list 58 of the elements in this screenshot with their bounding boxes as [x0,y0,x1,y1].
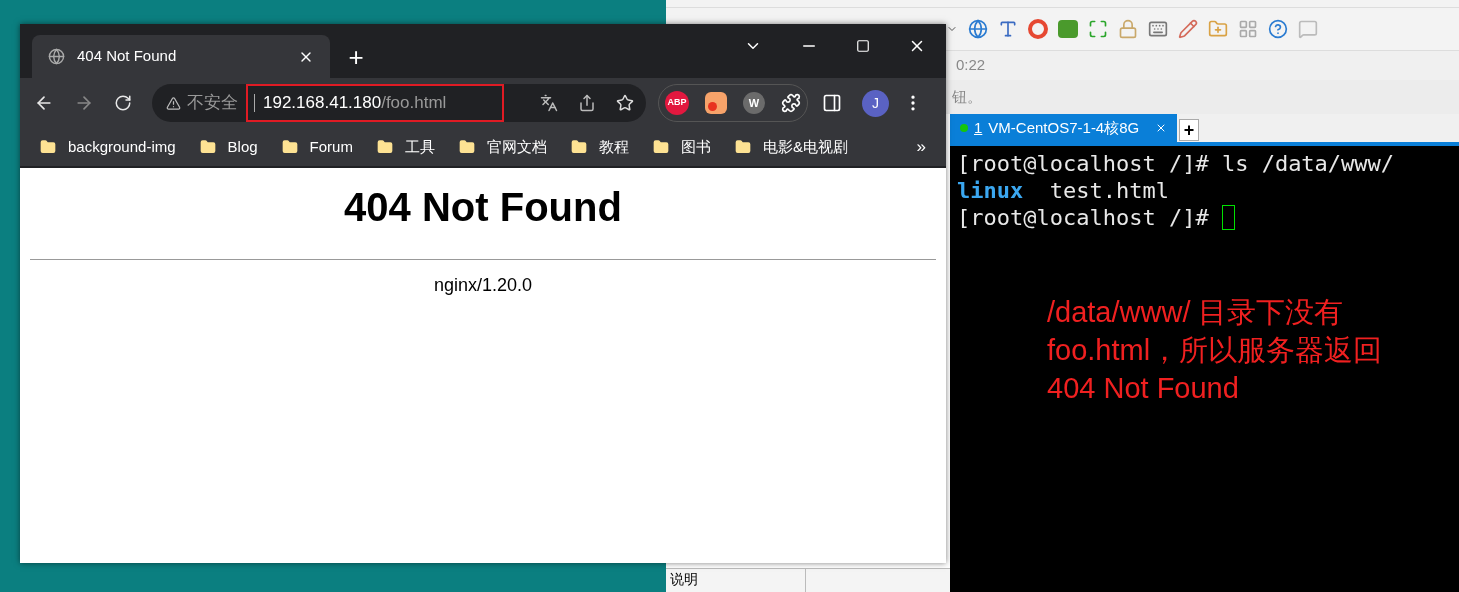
folder-icon [281,138,298,156]
feed-extension-icon[interactable] [705,92,727,114]
globe-icon[interactable] [968,19,988,39]
annotation-text: 404 Not Found [1047,371,1240,406]
property-label: 说明 [666,569,806,592]
page-heading: 404 Not Found [344,184,622,231]
profile-avatar[interactable]: J [862,89,889,117]
fullscreen-icon[interactable] [1088,19,1108,39]
session-tab[interactable]: 1 VM-CentOS7-1-4核8G [950,114,1177,142]
side-panel-icon[interactable] [822,93,842,113]
folder-icon [199,138,216,156]
bookmark-item[interactable]: Forum [281,135,353,159]
bookmark-item[interactable]: 工具 [376,135,435,159]
terminal-text: [root@localhost /]# [957,204,1210,231]
terminal-text: test.html [1048,177,1169,204]
folder-icon [652,138,669,156]
keyboard-icon[interactable] [1148,19,1168,39]
maximize-icon[interactable] [856,39,870,53]
annotation-text: foo.html，所以服务器返回 [1047,333,1384,368]
adblock-extension-icon[interactable]: ABP [665,91,689,115]
reload-icon[interactable] [114,94,132,112]
url-text[interactable]: 192.168.41.180/foo.html [246,84,504,122]
address-bar[interactable]: 不安全 192.168.41.180/foo.html [152,84,646,122]
more-bookmarks[interactable]: » [916,134,926,160]
hint-text: 钮。 [952,86,982,107]
share-icon[interactable] [578,94,596,112]
new-tab-button[interactable]: + [1179,119,1199,141]
bookmark-item[interactable]: 教程 [570,135,629,159]
font-icon[interactable] [998,19,1018,39]
folder-icon [376,138,393,156]
folder-icon [458,138,475,156]
server-signature: nginx/1.20.0 [433,274,533,297]
directory-name: linux [957,177,1024,204]
bookmark-item[interactable]: 官网文档 [458,135,547,159]
extensions-icon[interactable] [781,93,801,113]
bookmark-item[interactable]: Blog [199,135,258,159]
help-icon[interactable] [1268,19,1288,39]
folder-icon [570,138,587,156]
translate-icon[interactable] [540,94,558,112]
bookmark-item[interactable]: 电影&电视剧 [734,135,848,159]
tab-number: 1 [974,117,983,138]
globe-icon [48,48,65,65]
w-extension-icon[interactable]: W [743,92,765,114]
folder-icon [40,138,56,156]
terminal-text: [root@localhost /]# ls /data/www/ [957,150,1395,177]
status-text: 0:22 [956,55,986,76]
new-tab-button[interactable]: + [342,43,370,71]
warning-icon [166,95,181,111]
bookmark-item[interactable]: background-img [40,135,176,159]
tab-title: 404 Not Found [77,46,177,67]
annotation-text: /data/www/ 目录下没有 [1047,295,1345,330]
folder-icon [734,138,751,156]
tab-title: VM-CentOS7-1-4核8G [988,117,1140,138]
bookmark-star-icon[interactable] [616,94,634,112]
security-label: 不安全 [187,92,238,115]
bookmark-item[interactable]: 图书 [652,135,711,159]
browser-tab[interactable]: 404 Not Found [32,35,330,78]
pencil-icon[interactable] [1178,19,1198,39]
